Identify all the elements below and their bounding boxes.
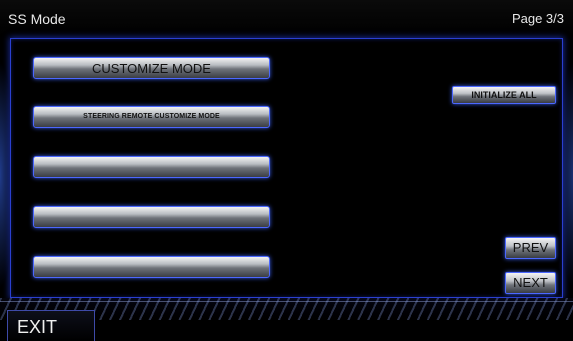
steering-remote-customize-mode-button[interactable]: STEERING REMOTE CUSTOMIZE MODE bbox=[33, 106, 270, 128]
mode-slot-3-button[interactable] bbox=[33, 156, 270, 178]
title-bar: SS Mode Page 3/3 bbox=[0, 0, 573, 36]
initialize-all-button[interactable]: INITIALIZE ALL bbox=[452, 86, 556, 104]
floor-divider bbox=[0, 301, 573, 302]
mode-slot-5-button[interactable] bbox=[33, 256, 270, 278]
ss-mode-screen: SS Mode Page 3/3 CUSTOMIZE MODE STEERING… bbox=[0, 0, 573, 341]
steering-remote-customize-mode-label: STEERING REMOTE CUSTOMIZE MODE bbox=[83, 113, 220, 120]
customize-mode-button[interactable]: CUSTOMIZE MODE bbox=[33, 57, 270, 79]
next-button[interactable]: NEXT bbox=[505, 272, 556, 294]
prev-button[interactable]: PREV bbox=[505, 237, 556, 259]
page-indicator: Page 3/3 bbox=[511, 11, 564, 26]
mode-slot-4-button[interactable] bbox=[33, 206, 270, 228]
exit-button[interactable]: EXIT bbox=[7, 310, 95, 341]
customize-mode-label: CUSTOMIZE MODE bbox=[92, 61, 211, 76]
screen-title: SS Mode bbox=[8, 11, 66, 27]
